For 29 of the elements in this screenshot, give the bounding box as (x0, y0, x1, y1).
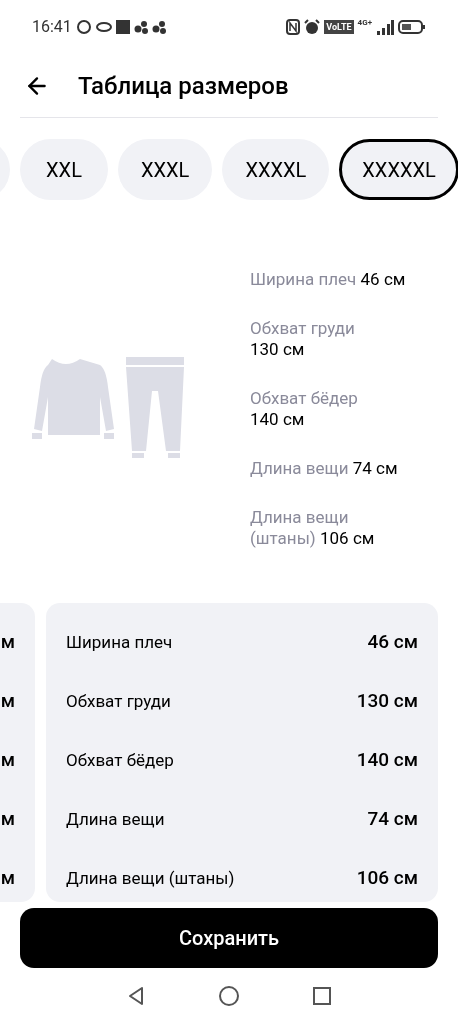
measurement-value: 106 см (356, 867, 418, 890)
measurement-label: Длина вещи (штаны) (66, 867, 235, 890)
measurement-value: м (0, 749, 15, 772)
size-chip[interactable]: XXL (20, 138, 108, 201)
measurement-text: Длина вещи 74 см (250, 457, 399, 479)
measurement-value: м (0, 690, 15, 713)
status-time: 16:41 (32, 16, 72, 39)
measurement-label: Длина вещи (66, 808, 165, 831)
measurement-value: 46 см (367, 631, 418, 654)
network-type: 4G+ (357, 19, 372, 28)
size-chip[interactable]: XXXXL (222, 138, 330, 201)
measurement-value: м (0, 631, 15, 654)
measurement-value: 130 см (356, 690, 418, 713)
measurement-text: Обхват груди 130 см (250, 317, 356, 360)
measurement-value: м (0, 808, 15, 831)
page-title: Таблица размеров (78, 70, 289, 102)
measurement-text: Ширина плеч 46 см (250, 268, 407, 290)
measurement-value: 74 см (367, 808, 418, 831)
measurement-label: Обхват бёдер (66, 749, 174, 772)
volte-badge: VoLTE (324, 20, 354, 35)
measurement-text: Длина вещи (штаны) 106 см (250, 506, 376, 549)
measurement-label: Обхват груди (66, 690, 171, 713)
measurement-value: м (0, 867, 15, 890)
size-chip[interactable]: XXXL (118, 138, 213, 201)
size-chip[interactable]: XXXXXL (339, 138, 458, 201)
measurement-text: Обхват бёдер 140 см (250, 387, 359, 430)
measurement-value: 140 см (356, 749, 418, 772)
measurement-label: Ширина плеч (66, 631, 173, 654)
save-button[interactable]: Сохранить (20, 908, 438, 969)
